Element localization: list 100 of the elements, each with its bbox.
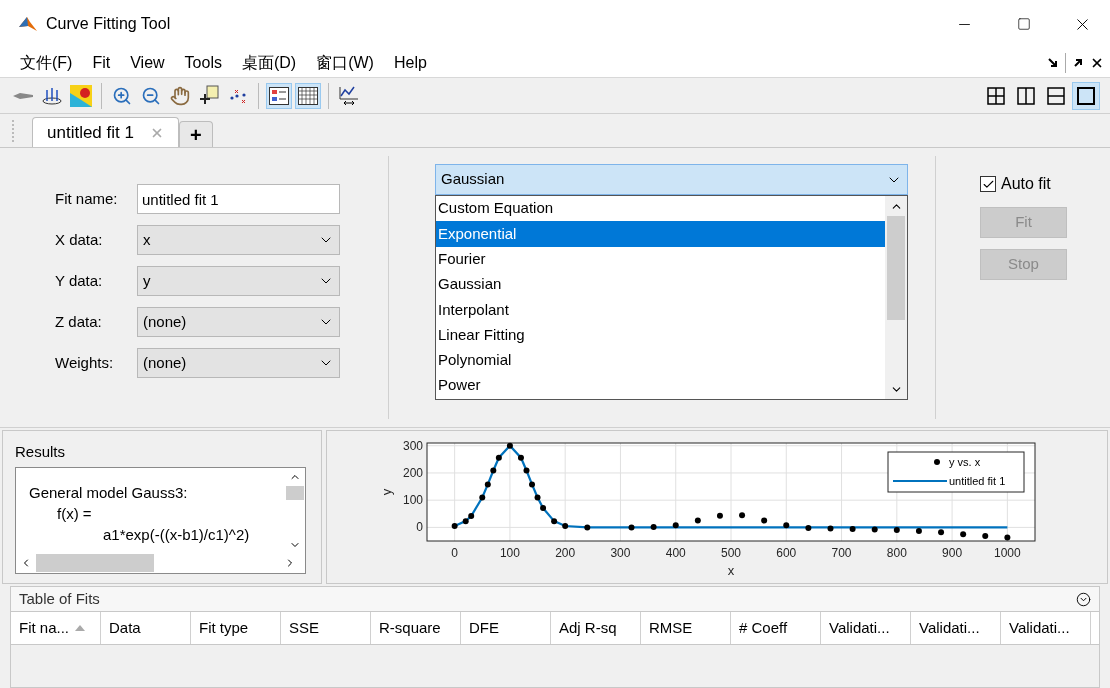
data-dropdown[interactable]: x (137, 225, 340, 255)
data-dropdown[interactable]: (none) (137, 348, 340, 378)
data-point (672, 522, 679, 529)
data-point (938, 529, 945, 536)
menu-item[interactable]: Help (383, 50, 437, 75)
data-point (827, 525, 834, 532)
column-header[interactable]: Fit type (191, 612, 281, 644)
menu-item[interactable]: 文件(F) (10, 50, 83, 75)
x-tick-label: 1000 (994, 546, 1021, 560)
heatmap-icon[interactable] (68, 82, 94, 109)
scrollbar-thumb[interactable] (36, 554, 154, 572)
y-tick-label: 200 (402, 465, 423, 480)
column-header[interactable]: Validati... (1001, 612, 1091, 644)
data-point (562, 523, 569, 530)
y-axis-label: y (379, 488, 394, 496)
x-tick-label: 500 (721, 546, 741, 560)
x-tick-label: 700 (831, 546, 852, 560)
list-option[interactable]: Linear Fitting (436, 322, 885, 348)
data-point (451, 523, 458, 530)
column-header[interactable]: DFE (461, 612, 551, 644)
fit-type-dropdown[interactable]: Gaussian (435, 164, 908, 195)
data-point (783, 522, 790, 529)
collapse-icon[interactable] (1076, 591, 1091, 607)
column-header[interactable]: Adj R-sq (551, 612, 641, 644)
column-header[interactable]: R-square (371, 612, 461, 644)
arrow-up-right-icon[interactable] (1072, 56, 1084, 69)
x-tick-label: 400 (665, 546, 686, 560)
auto-fit-checkbox[interactable] (980, 176, 996, 192)
data-point (628, 524, 635, 531)
data-point (915, 527, 922, 534)
data-point (893, 527, 900, 534)
menu-item[interactable]: Fit (82, 50, 121, 75)
x-tick-label: 800 (886, 546, 907, 560)
scrollbar-thumb[interactable] (887, 216, 905, 320)
list-option[interactable]: Custom Equation (436, 196, 885, 222)
menu-item[interactable]: 窗口(W) (306, 50, 384, 75)
data-point (484, 481, 491, 488)
column-header[interactable]: Data (101, 612, 191, 644)
data-point (534, 494, 541, 501)
data-point (805, 524, 812, 531)
x-axis-label: x (727, 563, 735, 578)
list-option[interactable]: Interpolant (436, 297, 885, 323)
results-title: Results (15, 442, 67, 462)
legend-label: y vs. x (949, 456, 981, 468)
column-header[interactable]: Validati... (821, 612, 911, 644)
grid-toggle-icon[interactable] (295, 82, 321, 109)
data-point (551, 518, 558, 525)
result-line: General model Gauss3: (29, 482, 189, 503)
list-option[interactable]: Fourier (436, 246, 885, 272)
data-point (739, 512, 746, 519)
app-logo-icon (18, 15, 38, 33)
column-header[interactable]: # Coeff (731, 612, 821, 644)
legend-toggle-icon[interactable] (266, 82, 292, 109)
data-point (694, 517, 701, 524)
list-option[interactable]: Gaussian (436, 271, 885, 298)
data-point (529, 481, 535, 488)
data-point (584, 524, 591, 531)
menu-item[interactable]: 桌面(D) (231, 50, 307, 75)
list-option[interactable]: Polynomial (436, 347, 885, 374)
menu-item[interactable]: Tools (174, 50, 232, 75)
scrollbar-thumb[interactable] (286, 485, 304, 500)
column-header[interactable]: RMSE (641, 612, 731, 644)
x-tick-label: 900 (942, 546, 963, 560)
column-header[interactable]: Fit na... (11, 612, 101, 644)
data-point (982, 533, 989, 540)
checkbox-label: Auto fit (1001, 174, 1051, 194)
window-title: Curve Fitting Tool (46, 14, 171, 34)
column-header[interactable]: Validati... (911, 612, 1001, 644)
y-tick-label: 0 (416, 520, 423, 535)
x-tick-label: 0 (451, 546, 458, 560)
field-label: X data: (55, 229, 104, 250)
field-label: Z data: (55, 311, 103, 332)
data-point (1004, 534, 1011, 541)
x-tick-label: 600 (776, 546, 797, 560)
menu-item[interactable]: View (120, 50, 175, 75)
data-point (650, 524, 657, 531)
column-header[interactable]: SSE (281, 612, 371, 644)
list-option[interactable]: Power (436, 373, 885, 399)
result-line: a1*exp(-((x-b1)/c1)^2) (102, 524, 251, 545)
data-point (716, 512, 723, 519)
y-tick-label: 100 (402, 493, 423, 508)
x-tick-label: 200 (555, 546, 576, 560)
data-point (960, 531, 967, 538)
field-label: Fit name: (55, 188, 119, 209)
fit-name-field[interactable]: untitled fit 1 (137, 184, 340, 214)
data-point (490, 467, 497, 474)
field-label: Weights: (55, 352, 115, 373)
arrow-down-right-icon[interactable] (1047, 56, 1059, 69)
new-tab-button[interactable]: + (178, 121, 213, 147)
data-dropdown[interactable]: (none) (137, 307, 340, 337)
data-point (540, 505, 547, 512)
field-label: Y data: (55, 270, 104, 291)
data-point (517, 454, 524, 461)
data-dropdown[interactable]: y (137, 266, 340, 296)
list-option[interactable]: Exponential (436, 221, 885, 247)
legend-marker (934, 459, 940, 465)
y-tick-label: 300 (402, 438, 423, 453)
tab[interactable]: untitled fit 1 (32, 117, 179, 147)
data-point (761, 517, 768, 524)
layout-icon[interactable] (1072, 81, 1100, 110)
